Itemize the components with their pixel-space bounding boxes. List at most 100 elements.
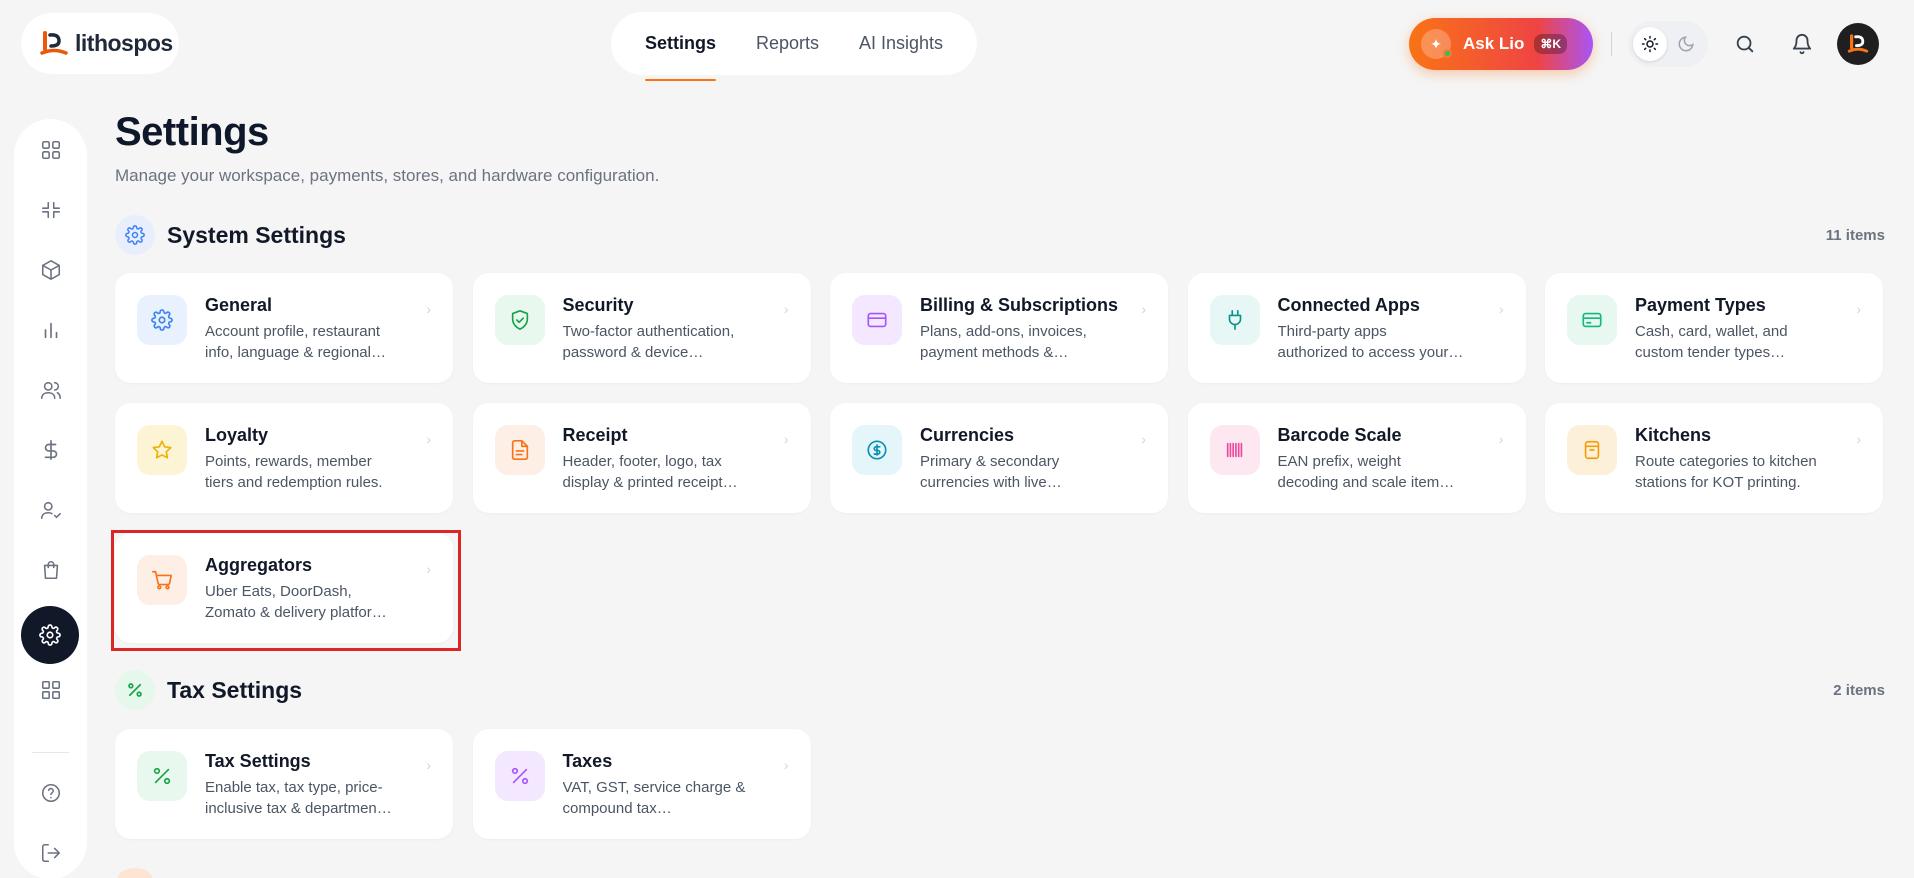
card-description-line-1: Account profile, restaurant	[205, 323, 381, 340]
star-icon	[137, 425, 187, 475]
hashtag-grid-icon	[41, 201, 60, 218]
dark-mode-button[interactable]	[1669, 27, 1703, 61]
sidebar-item-staff[interactable]	[21, 480, 80, 539]
card-title: Loyalty	[205, 425, 269, 445]
sidebar-item-finance[interactable]	[21, 420, 80, 479]
settings-card-billing-subscriptions[interactable]: Billing & Subscriptions Plans, add-ons, i…	[830, 273, 1168, 383]
gear-icon	[137, 295, 187, 345]
tab-settings[interactable]: Settings	[644, 12, 716, 81]
brand-logo[interactable]: lithospos	[21, 13, 179, 74]
card-description: Third-party apps authorized to access you…	[1278, 321, 1488, 363]
section-title: Tax Settings	[167, 676, 303, 703]
chevron-right-icon: ›	[1856, 431, 1861, 447]
sidebar-item-orders[interactable]	[21, 540, 80, 599]
settings-card-tax-settings[interactable]: Tax Settings Enable tax, tax type, price-…	[115, 729, 453, 839]
card-description-line-1: Route categories to kitchen	[1635, 453, 1817, 470]
chevron-right-icon: ›	[426, 757, 431, 773]
wallet-card-icon	[1567, 295, 1617, 345]
section-percent-icon	[115, 670, 155, 710]
sidebar-item-dashboard[interactable]	[21, 120, 80, 179]
theme-toggle	[1628, 21, 1708, 67]
card-title: Connected Apps	[1277, 295, 1420, 315]
gear-icon	[39, 624, 61, 646]
section-count: 11 items	[1825, 226, 1885, 244]
tab-reports[interactable]: Reports	[756, 12, 819, 75]
chevron-right-icon: ›	[1141, 301, 1146, 317]
card-description: Points, rewards, member tiers and redempt…	[205, 451, 415, 493]
settings-card-loyalty[interactable]: Loyalty Points, rewards, member tiers and …	[115, 403, 453, 513]
sidebar-item-logout[interactable]	[21, 823, 80, 878]
card-description-line-1: Header, footer, logo, tax	[562, 453, 722, 470]
sidebar-item-apps[interactable]	[21, 660, 80, 719]
chevron-right-icon: ›	[1141, 431, 1146, 447]
card-description-line-1: Plans, add-ons, invoices,	[920, 323, 1087, 340]
settings-card-barcode-scale[interactable]: Barcode Scale EAN prefix, weight decoding …	[1187, 403, 1526, 513]
sidebar-item-help[interactable]	[21, 763, 80, 822]
chevron-right-icon: ›	[783, 757, 789, 773]
page-title: Settings	[115, 110, 269, 154]
card-description: EAN prefix, weight decoding and scale ite…	[1278, 451, 1488, 493]
settings-card-general[interactable]: General Account profile, restaurant info, …	[115, 273, 453, 383]
card-title: Billing & Subscriptions	[920, 295, 1119, 315]
avatar[interactable]	[1837, 23, 1879, 65]
section-header-system-settings: System Settings 11 items	[115, 215, 1885, 255]
settings-card-taxes[interactable]: Taxes VAT, GST, service charge & compound …	[472, 729, 811, 839]
shortcut-badge: ⌘K	[1534, 34, 1568, 54]
users-icon	[40, 381, 61, 399]
sun-icon	[1641, 35, 1659, 53]
card-description: Route categories to kitchen stations for …	[1635, 451, 1845, 493]
sidebar-item-reports[interactable]	[21, 300, 80, 359]
next-section-icon-peek	[118, 868, 152, 878]
settings-card-kitchens[interactable]: Kitchens Route categories to kitchen stati…	[1545, 403, 1883, 513]
apps-grid-icon	[41, 680, 60, 699]
grid-icon	[41, 140, 60, 159]
sidebar-item-inventory[interactable]	[21, 240, 80, 299]
help-circle-icon	[41, 783, 60, 802]
search-icon	[1736, 35, 1754, 53]
card-description-line-2: authorized to access your…	[1277, 344, 1464, 361]
settings-card-connected-apps[interactable]: Connected Apps Third-party apps authorized…	[1187, 273, 1526, 383]
bar-chart-icon	[44, 322, 57, 338]
card-description-line-1: Points, rewards, member	[205, 453, 372, 470]
settings-card-currencies[interactable]: Currencies Primary & secondary currencies …	[830, 403, 1168, 513]
card-description-line-2: password & device…	[562, 344, 704, 361]
sidebar	[14, 119, 87, 878]
logo-mark-icon	[40, 30, 68, 55]
sidebar-item-customers[interactable]	[21, 360, 80, 419]
search-button[interactable]	[1725, 24, 1765, 64]
chevron-right-icon: ›	[783, 431, 789, 447]
logout-icon	[41, 843, 60, 862]
light-mode-button[interactable]	[1633, 27, 1667, 61]
barcode-icon	[1209, 425, 1260, 475]
receipt-icon	[494, 425, 545, 475]
notifications-button[interactable]	[1782, 24, 1822, 64]
plug-icon	[1209, 295, 1260, 345]
card-title: Tax Settings	[205, 751, 311, 771]
card-description-line-2: custom tender types…	[1635, 344, 1786, 361]
percent-icon	[494, 751, 545, 801]
section-title: System Settings	[167, 221, 346, 248]
settings-card-security[interactable]: Security Two-factor authentication, passwo…	[472, 273, 811, 383]
chevron-right-icon: ›	[1498, 301, 1504, 317]
shopping-bag-icon	[43, 560, 58, 579]
tab-ai-insights[interactable]: AI Insights	[859, 12, 943, 75]
ask-lio-button[interactable]: ✦ Ask Lio ⌘K	[1409, 18, 1593, 70]
card-description-line-2: tiers and redemption rules.	[205, 474, 383, 491]
card-description-line-2: decoding and scale item…	[1277, 474, 1455, 491]
card-description-line-2: currencies with live…	[920, 474, 1062, 491]
settings-card-receipt[interactable]: Receipt Header, footer, logo, tax display …	[472, 403, 811, 513]
sidebar-item-settings[interactable]	[21, 606, 79, 664]
sparkle-icon: ✦	[1421, 29, 1452, 59]
card-description: Primary & secondary currencies with live…	[920, 451, 1130, 493]
card-description: Plans, add-ons, invoices, payment methods…	[920, 321, 1130, 363]
card-title: Kitchens	[1635, 425, 1712, 445]
dollar-icon	[44, 439, 57, 460]
card-title: Security	[562, 295, 634, 315]
settings-card-payment-types[interactable]: Payment Types Cash, card, wallet, and cust…	[1545, 273, 1883, 383]
card-description-line-2: payment methods &…	[920, 344, 1069, 361]
dollar-circle-icon	[852, 425, 902, 475]
online-dot	[1443, 49, 1452, 58]
sidebar-item-pos[interactable]	[21, 180, 80, 239]
page-subtitle: Manage your workspace, payments, stores,…	[115, 166, 660, 185]
section-count: 2 items	[1833, 681, 1885, 699]
